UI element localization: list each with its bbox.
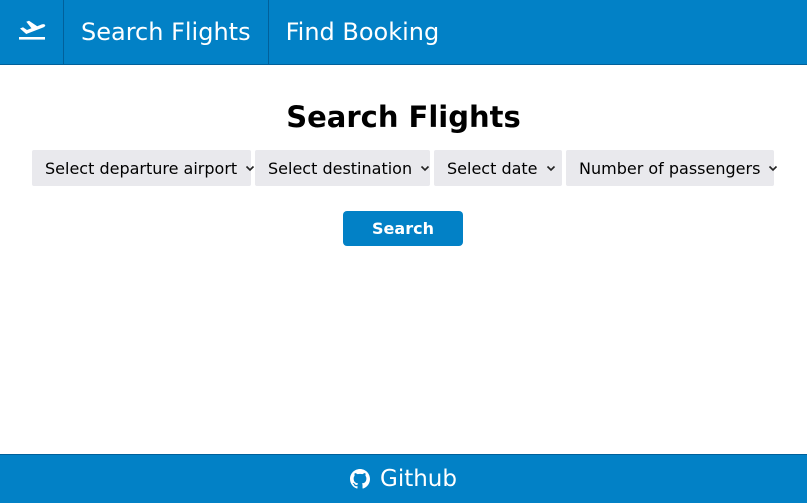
select-value: Select destination: [268, 158, 413, 178]
top-navbar: Search Flights Find Booking: [0, 0, 807, 65]
github-link-label: Github: [380, 466, 457, 492]
search-form: Select departure airport Select destinat…: [32, 150, 778, 186]
main-content: Search Flights Select departure airport …: [0, 66, 807, 454]
passengers-select[interactable]: Number of passengers: [566, 150, 778, 186]
github-icon: [350, 469, 370, 489]
chevron-down-icon: [546, 165, 556, 172]
nav-link-find-booking[interactable]: Find Booking: [269, 0, 457, 64]
chevron-down-icon: [245, 165, 255, 172]
select-value: Number of passengers: [579, 158, 761, 178]
select-value: Select date: [447, 158, 538, 178]
nav-link-search-flights[interactable]: Search Flights: [64, 0, 269, 64]
departure-airport-select[interactable]: Select departure airport: [32, 150, 255, 186]
chevron-down-icon: [768, 165, 778, 172]
footer: Github: [0, 454, 807, 503]
nav-link-label: Find Booking: [285, 18, 440, 46]
plane-departure-icon: [18, 19, 46, 45]
date-select[interactable]: Select date: [434, 150, 562, 186]
chevron-down-icon: [420, 165, 430, 172]
search-button[interactable]: Search: [343, 211, 463, 246]
destination-select[interactable]: Select destination: [255, 150, 430, 186]
home-brand-link[interactable]: [0, 0, 64, 64]
select-value: Select departure airport: [45, 158, 238, 178]
github-link[interactable]: Github: [350, 466, 457, 492]
page-title: Search Flights: [286, 100, 521, 134]
nav-link-label: Search Flights: [81, 18, 251, 46]
